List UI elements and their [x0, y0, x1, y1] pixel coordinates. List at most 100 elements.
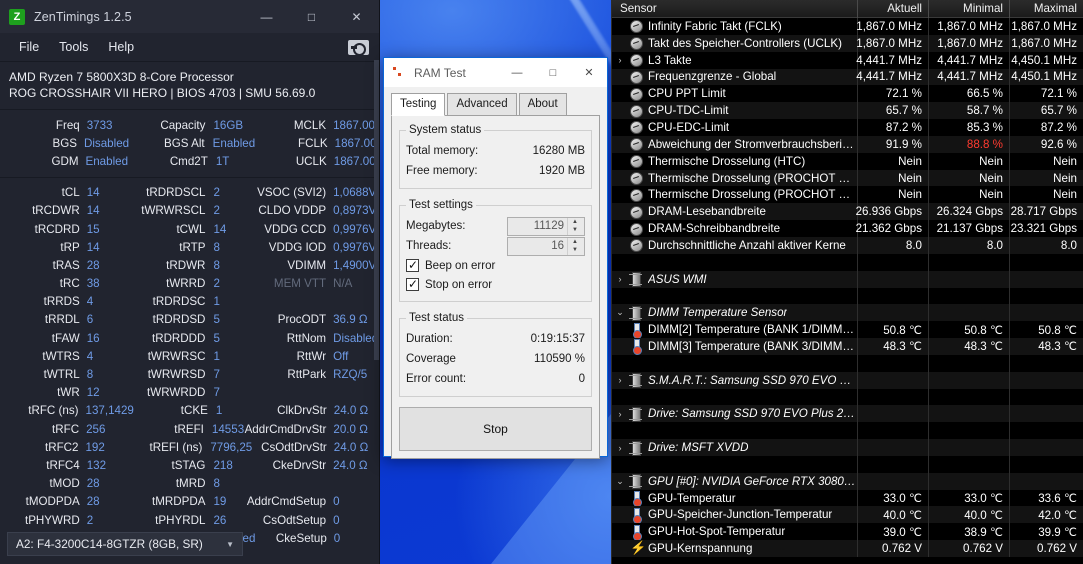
- timing-value: 0: [333, 513, 340, 527]
- column-header-sensor[interactable]: Sensor: [612, 0, 858, 18]
- sensor-row[interactable]: DRAM-Schreibbandbreite 21.362 Gbps 21.137 …: [612, 220, 1083, 237]
- sensor-group-row[interactable]: ⌄ DIMM Temperature Sensor: [612, 304, 1083, 322]
- timing-label: tRDRDDD: [151, 331, 206, 345]
- sensor-maximum-value: [1010, 304, 1083, 321]
- column-header-maximal[interactable]: Maximal: [1010, 0, 1083, 18]
- sensor-label: DIMM[3] Temperature (BANK 3/DIMM_B2): [648, 339, 857, 353]
- memory-module-selector[interactable]: A2: F4-3200C14-8GTZR (8GB, SR) ▼: [7, 532, 243, 556]
- minimize-button[interactable]: —: [244, 0, 289, 33]
- stop-on-error-checkbox[interactable]: Stop on error: [406, 275, 585, 294]
- sensor-group-row[interactable]: › Drive: MSFT XVDD: [612, 439, 1083, 456]
- sensor-label: S.M.A.R.T.: Samsung SSD 970 EVO Plu...: [648, 373, 857, 387]
- sensor-maximum-value: 4,450.1 MHz: [1011, 70, 1077, 84]
- duration-value: 0:19:15:37: [530, 333, 585, 345]
- sensor-row[interactable]: Thermische Drosselung (PROCHOT CPU) Nein N…: [612, 169, 1083, 187]
- sensor-group-row[interactable]: ⌄ GPU [#0]: NVIDIA GeForce RTX 3080 Ti:: [612, 472, 1083, 490]
- threads-stepper[interactable]: 16 ▲ ▼: [507, 236, 585, 256]
- sensor-row[interactable]: Infinity Fabric Takt (FCLK) 1,867.0 MHz 1,…: [612, 18, 1083, 35]
- sensor-group-row[interactable]: › Drive: Samsung SSD 970 EVO Plus 2TB (..…: [612, 405, 1083, 423]
- sensor-row[interactable]: DRAM-Lesebandbreite 26.936 Gbps 26.324 Gbp…: [612, 203, 1083, 221]
- sensor-row[interactable]: Abweichung der Stromverbrauchsberich... 9…: [612, 135, 1083, 153]
- sensor-label: GPU-Temperatur: [648, 491, 736, 505]
- sensor-current-value: Nein: [858, 186, 929, 204]
- spin-down-icon[interactable]: ▼: [568, 246, 582, 255]
- sensor-spacer-row: [612, 455, 1083, 473]
- sensor-minimum-value: 48.3 ℃: [929, 338, 1010, 355]
- spin-down-icon[interactable]: ▼: [568, 226, 582, 235]
- tab-advanced[interactable]: Advanced: [447, 93, 517, 116]
- sensor-row[interactable]: CPU-EDC-Limit 87.2 % 85.3 % 87.2 %: [612, 119, 1083, 136]
- sensor-current-value: [858, 354, 929, 372]
- menu-file[interactable]: File: [9, 40, 49, 54]
- chevron-down-icon[interactable]: ⌄: [612, 307, 628, 318]
- timing-value: 0,9976V: [333, 222, 377, 236]
- column-header-aktuell[interactable]: Aktuell: [858, 0, 929, 18]
- maximize-button[interactable]: □: [535, 58, 571, 87]
- sensor-row[interactable]: › L3 Takte 4,441.7 MHz 4,441.7 MHz 4,450.1 M…: [612, 51, 1083, 69]
- sensor-row[interactable]: Frequenzgrenze - Global 4,441.7 MHz 4,441.…: [612, 68, 1083, 86]
- chevron-right-icon[interactable]: ›: [612, 443, 628, 453]
- sensor-row[interactable]: CPU PPT Limit 72.1 % 66.5 % 72.1 %: [612, 85, 1083, 103]
- sensor-spacer-row: [612, 422, 1083, 440]
- sensor-current-value: 39.0 ℃: [858, 523, 929, 541]
- sensor-row[interactable]: GPU-Hot-Spot-Temperatur 39.0 ℃ 38.9 ℃ 39.9 …: [612, 523, 1083, 541]
- sensor-maximum-value: 4,450.1 MHz: [1011, 53, 1077, 67]
- sensor-current-value: [858, 439, 929, 456]
- gauge-icon: [628, 19, 644, 34]
- timing-value: 256: [86, 422, 106, 436]
- sensor-name-cell: DIMM[2] Temperature (BANK 1/DIMM_A2): [612, 321, 858, 339]
- sensor-row[interactable]: DIMM[2] Temperature (BANK 1/DIMM_A2) 50.8…: [612, 321, 1083, 339]
- coverage-value: 110590 %: [534, 353, 585, 365]
- sensor-group-row[interactable]: › S.M.A.R.T.: Samsung SSD 970 EVO Plu...: [612, 371, 1083, 389]
- sensor-row[interactable]: DIMM[3] Temperature (BANK 3/DIMM_B2) 48.3…: [612, 338, 1083, 355]
- stop-button[interactable]: Stop: [399, 407, 592, 451]
- sensor-row[interactable]: CPU-TDC-Limit 65.7 % 58.7 % 65.7 %: [612, 102, 1083, 120]
- sensor-row[interactable]: Thermische Drosselung (PROCHOT EXT) Nein N…: [612, 186, 1083, 204]
- megabytes-spin-buttons[interactable]: ▲ ▼: [567, 217, 582, 235]
- beep-on-error-checkbox[interactable]: Beep on error: [406, 256, 585, 275]
- sensor-row[interactable]: Thermische Drosselung (HTC) Nein Nein Nein: [612, 152, 1083, 170]
- sensor-row[interactable]: GPU-Kernspannung0.762 V0.762 V0.762 V: [612, 540, 1083, 557]
- sensor-label: GPU [#0]: NVIDIA GeForce RTX 3080 Ti:: [648, 474, 857, 488]
- chevron-right-icon[interactable]: ›: [612, 274, 628, 284]
- chevron-right-icon[interactable]: ›: [612, 409, 628, 419]
- sensor-minimum-value: Nein: [929, 152, 1010, 170]
- spin-up-icon[interactable]: ▲: [568, 237, 582, 246]
- chevron-right-icon[interactable]: ›: [612, 375, 628, 385]
- close-button[interactable]: ✕: [571, 58, 607, 87]
- chevron-right-icon[interactable]: ›: [612, 55, 628, 65]
- zentimings-scrollbar[interactable]: [374, 60, 379, 360]
- sensor-row[interactable]: Durchschnittliche Anzahl aktiver Kerne 8.…: [612, 236, 1083, 254]
- threads-spin-buttons[interactable]: ▲ ▼: [567, 237, 582, 255]
- timing-label: Cmd2T: [169, 154, 208, 168]
- timing-value: 1,0688V: [333, 186, 377, 200]
- sensor-name-cell: › Drive: MSFT XVDD: [612, 439, 858, 456]
- menu-help[interactable]: Help: [98, 40, 144, 54]
- megabytes-stepper[interactable]: 11129 ▲ ▼: [507, 216, 585, 236]
- column-header-minimal[interactable]: Minimal: [929, 0, 1010, 18]
- tab-testing[interactable]: Testing: [391, 93, 446, 116]
- sensor-name-cell: ⌄ DIMM Temperature Sensor: [612, 304, 858, 322]
- spin-up-icon[interactable]: ▲: [568, 217, 582, 226]
- close-button[interactable]: ✕: [334, 0, 379, 33]
- sensor-name-cell: CPU-EDC-Limit: [612, 119, 858, 136]
- sensor-maximum-value: 72.1 %: [1040, 87, 1077, 101]
- sensor-row[interactable]: GPU-Temperatur 33.0 ℃ 33.0 ℃ 33.6 ℃: [612, 489, 1083, 507]
- screenshot-camera-icon[interactable]: [348, 39, 369, 56]
- timing-row: tWR 12 tWRWRDD 7: [0, 384, 379, 402]
- sensor-group-row[interactable]: › ASUS WMI: [612, 270, 1083, 288]
- minimize-button[interactable]: —: [499, 58, 535, 87]
- chevron-down-icon[interactable]: ⌄: [612, 476, 628, 487]
- menu-tools[interactable]: Tools: [49, 40, 98, 54]
- system-status-legend: System status: [409, 124, 482, 136]
- gauge-icon: [628, 171, 644, 186]
- tab-about[interactable]: About: [518, 93, 567, 116]
- maximize-button[interactable]: □: [289, 0, 334, 33]
- sensor-row[interactable]: Takt des Speicher-Controllers (UCLK) 1,86…: [612, 34, 1083, 52]
- thermo-icon: [628, 507, 644, 524]
- timing-row: tRFC2 192 tREFI (ns) 7796,25 CsOdtDrvStr 24.0…: [0, 438, 379, 456]
- sensor-row[interactable]: GPU-Speicher-Junction-Temperatur 40.0 ℃ 40…: [612, 506, 1083, 524]
- sensor-label: Durchschnittliche Anzahl aktiver Kerne: [648, 238, 846, 252]
- sensor-label: ASUS WMI: [648, 272, 707, 286]
- sensor-name-cell: ⌄ GPU [#0]: NVIDIA GeForce RTX 3080 Ti:: [612, 472, 858, 490]
